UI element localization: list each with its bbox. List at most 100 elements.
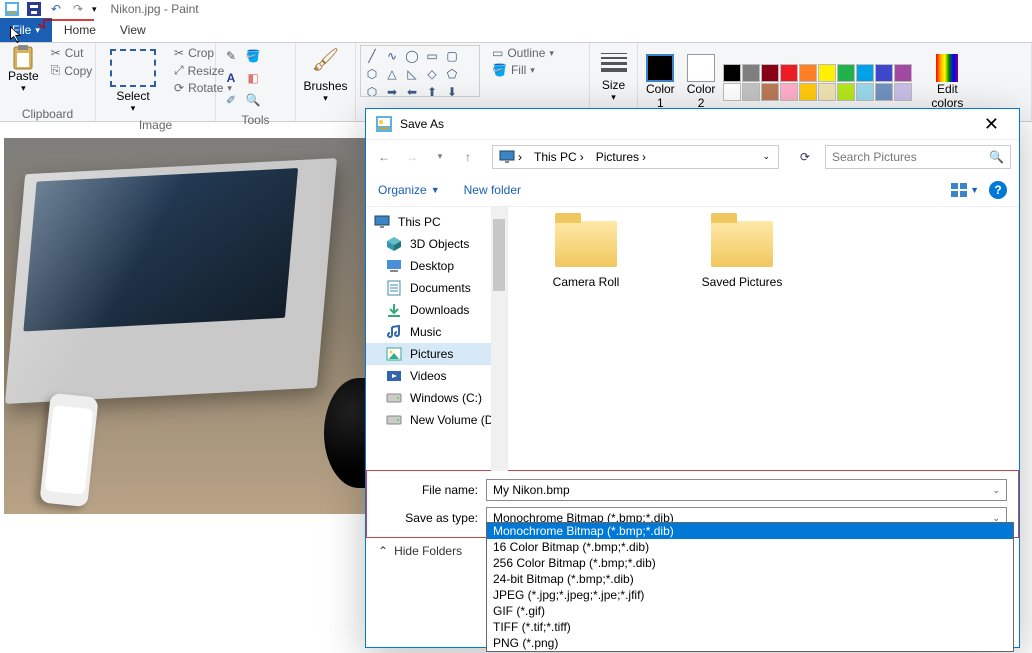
nav-item[interactable]: Pictures [366, 343, 507, 365]
palette-color[interactable] [742, 64, 760, 82]
canvas-image[interactable] [4, 138, 384, 514]
palette-color[interactable] [837, 64, 855, 82]
brushes-button[interactable]: 🖌 Brushes ▾ [299, 45, 351, 106]
undo-icon[interactable]: ↶ [48, 1, 64, 17]
text-icon[interactable]: A [222, 69, 240, 87]
pencil-icon[interactable]: ✎ [222, 47, 240, 65]
palette-color[interactable] [799, 83, 817, 101]
shape-line[interactable]: ╱ [363, 48, 381, 64]
shape-rect[interactable]: ▭ [423, 48, 441, 64]
new-folder-button[interactable]: New folder [464, 183, 521, 197]
shape-tri[interactable]: △ [383, 66, 401, 82]
outline-button[interactable]: ▭Outline ▾ [488, 45, 558, 61]
shape-darrow[interactable]: ⬇ [443, 84, 461, 97]
color1-button[interactable]: Color 1 [642, 52, 679, 112]
back-button[interactable]: ← [374, 147, 394, 167]
dropdown-option[interactable]: Monochrome Bitmap (*.bmp;*.dib) [487, 523, 1013, 539]
fill-icon[interactable]: 🪣 [244, 47, 262, 65]
nav-item[interactable]: Music [366, 321, 507, 343]
palette-color[interactable] [894, 83, 912, 101]
cut-button[interactable]: ✂Cut [47, 45, 97, 61]
fill-button[interactable]: 🪣Fill ▾ [488, 62, 558, 78]
hide-folders-button[interactable]: ⌃Hide Folders [378, 544, 462, 558]
search-input[interactable]: Search Pictures 🔍 [825, 145, 1011, 169]
palette-color[interactable] [761, 64, 779, 82]
breadcrumb-bar[interactable]: › This PC› Pictures› ⌄ [492, 145, 779, 169]
tab-file[interactable]: File▾ [0, 18, 52, 42]
palette-color[interactable] [780, 64, 798, 82]
palette-color[interactable] [875, 83, 893, 101]
scrollbar[interactable] [491, 207, 507, 471]
palette-color[interactable] [856, 83, 874, 101]
shape-oval[interactable]: ◯ [403, 48, 421, 64]
nav-item[interactable]: 3D Objects [366, 233, 507, 255]
help-button[interactable]: ? [989, 181, 1007, 199]
save-icon[interactable] [26, 1, 42, 17]
shape-rarrow[interactable]: ➡ [383, 84, 401, 97]
palette-color[interactable] [780, 83, 798, 101]
redo-icon[interactable]: ↷ [70, 1, 86, 17]
palette-color[interactable] [742, 83, 760, 101]
palette-color[interactable] [894, 64, 912, 82]
dropdown-option[interactable]: JPEG (*.jpg;*.jpeg;*.jpe;*.jfif) [487, 587, 1013, 603]
breadcrumb-item[interactable]: This PC› [530, 148, 588, 166]
refresh-button[interactable]: ⟳ [793, 145, 817, 169]
shape-uarrow[interactable]: ⬆ [423, 84, 441, 97]
forward-button[interactable]: → [402, 147, 422, 167]
nav-item[interactable]: Desktop [366, 255, 507, 277]
shape-hex[interactable]: ⬡ [363, 84, 381, 97]
nav-item[interactable]: Windows (C:) [366, 387, 507, 409]
copy-button[interactable]: ⎘Copy [47, 62, 97, 79]
dropdown-option[interactable]: PNG (*.png) [487, 635, 1013, 651]
history-button[interactable]: ▾ [430, 147, 450, 167]
file-name-input[interactable]: My Nikon.bmp⌄ [486, 479, 1007, 501]
select-button[interactable]: Select ▾ [100, 45, 166, 116]
zoom-icon[interactable]: 🔍 [244, 91, 262, 109]
scrollbar-thumb[interactable] [493, 219, 505, 291]
edit-colors-button[interactable]: Edit colors [927, 52, 967, 112]
palette-color[interactable] [761, 83, 779, 101]
qat-more-icon[interactable]: ▾ [92, 4, 97, 15]
shape-poly[interactable]: ⬡ [363, 66, 381, 82]
eraser-icon[interactable]: ◧ [244, 69, 262, 87]
shapes-gallery[interactable]: ╱ ∿ ◯ ▭ ▢ ⬡ △ ◺ ◇ ⬠ ⬡ ➡ ⬅ ⬆ ⬇ ✦ ★ ✶ ◑ ▭ [360, 45, 480, 97]
shape-pent[interactable]: ⬠ [443, 66, 461, 82]
up-button[interactable]: ↑ [458, 147, 478, 167]
shape-rtri[interactable]: ◺ [403, 66, 421, 82]
palette-color[interactable] [818, 83, 836, 101]
nav-item[interactable]: New Volume (D: [366, 409, 507, 431]
palette-color[interactable] [723, 83, 741, 101]
dropdown-option[interactable]: TIFF (*.tif;*.tiff) [487, 619, 1013, 635]
nav-item[interactable]: Downloads [366, 299, 507, 321]
nav-item[interactable]: Documents [366, 277, 507, 299]
nav-item[interactable]: This PC [366, 211, 507, 233]
dropdown-option[interactable]: 256 Color Bitmap (*.bmp;*.dib) [487, 555, 1013, 571]
shape-larrow[interactable]: ⬅ [403, 84, 421, 97]
breadcrumb-item[interactable]: Pictures› [592, 148, 650, 166]
palette-color[interactable] [818, 64, 836, 82]
close-button[interactable]: ✕ [974, 110, 1009, 139]
dropdown-option[interactable]: 24-bit Bitmap (*.bmp;*.dib) [487, 571, 1013, 587]
palette-color[interactable] [799, 64, 817, 82]
shape-roundrect[interactable]: ▢ [443, 48, 461, 64]
folder-content[interactable]: Camera Roll Saved Pictures [508, 207, 1019, 471]
palette-color[interactable] [837, 83, 855, 101]
dropdown-option[interactable]: 16 Color Bitmap (*.bmp;*.dib) [487, 539, 1013, 555]
folder-item[interactable]: Saved Pictures [692, 221, 792, 289]
breadcrumb-root[interactable]: › [495, 148, 526, 166]
shape-curve[interactable]: ∿ [383, 48, 401, 64]
chevron-down-icon[interactable]: ⌄ [992, 485, 1000, 496]
tab-view[interactable]: View [108, 18, 158, 42]
shape-diamond[interactable]: ◇ [423, 66, 441, 82]
dropdown-option[interactable]: GIF (*.gif) [487, 603, 1013, 619]
color2-button[interactable]: Color 2 [683, 52, 720, 112]
folder-item[interactable]: Camera Roll [536, 221, 636, 289]
view-mode-button[interactable]: ▼ [951, 183, 979, 197]
palette-color[interactable] [856, 64, 874, 82]
palette-color[interactable] [723, 64, 741, 82]
palette-color[interactable] [875, 64, 893, 82]
picker-icon[interactable]: ✐ [222, 91, 240, 109]
size-button[interactable]: Size ▾ [597, 51, 631, 105]
locations-dropdown[interactable]: ⌄ [756, 151, 776, 162]
paste-button[interactable]: Paste ▾ [4, 45, 43, 96]
